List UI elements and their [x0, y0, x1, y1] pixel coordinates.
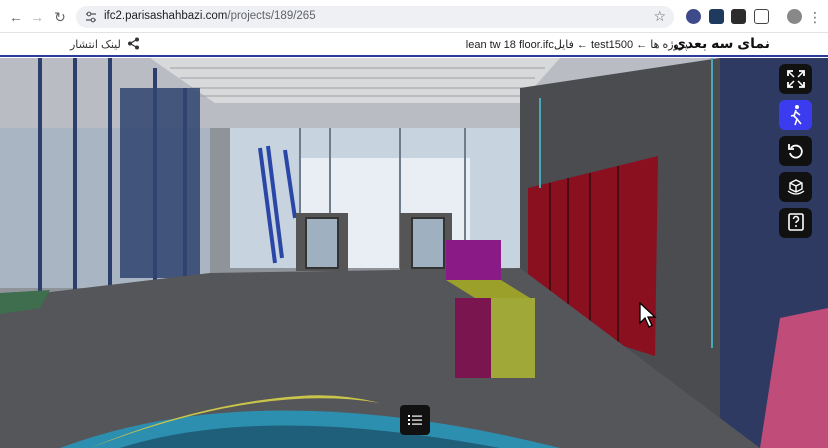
magenta-block [455, 298, 491, 378]
share-link-label: لینک انتشار [70, 39, 121, 51]
reset-view-button[interactable] [779, 136, 812, 166]
profile-avatar[interactable] [787, 9, 802, 24]
browser-chrome: ← → ↻ ifc2.parisashahbazi.com/projects/1… [0, 0, 828, 33]
extension-icon[interactable] [731, 9, 746, 24]
url-text: ifc2.parisashahbazi.com/projects/189/265 [104, 10, 316, 22]
site-info-icon[interactable] [84, 10, 98, 24]
mouse-cursor-icon [639, 302, 657, 328]
help-icon [787, 213, 804, 231]
bookmark-star-icon[interactable]: ☆ [653, 8, 666, 25]
3d-scene[interactable] [0, 58, 828, 448]
share-link-button[interactable]: لینک انتشار [70, 37, 140, 51]
extension-icon[interactable] [686, 9, 701, 24]
help-button[interactable] [779, 208, 812, 238]
more-menu-icon[interactable]: ⋮ [806, 8, 824, 26]
element-list-button[interactable] [400, 405, 430, 435]
app-header: لینک انتشار پروژه ها ← test1500 ← فایلle… [0, 33, 828, 57]
address-bar[interactable]: ifc2.parisashahbazi.com/projects/189/265… [76, 6, 674, 28]
arrow-left-icon[interactable]: ← [7, 8, 25, 26]
walk-mode-button[interactable] [779, 100, 812, 130]
cube-view-button[interactable] [779, 172, 812, 202]
arrow-right-icon[interactable]: → [28, 8, 46, 26]
fullscreen-icon [786, 70, 805, 88]
extension-icon[interactable] [709, 9, 724, 24]
breadcrumb[interactable]: پروژه ها ← test1500 ← فایلlean tw 18 flo… [466, 38, 688, 51]
3d-viewport[interactable] [0, 58, 828, 448]
reload-icon[interactable]: ↻ [51, 8, 69, 26]
walk-mode-icon [790, 105, 802, 126]
extensions-puzzle-icon[interactable] [754, 9, 769, 24]
list-icon [408, 415, 422, 425]
fullscreen-button[interactable] [779, 64, 812, 94]
share-icon [127, 37, 139, 50]
page-title: نمای سه بعدی [673, 35, 770, 51]
left-dark-panel [120, 88, 200, 278]
purple-block [446, 240, 501, 280]
right-door [411, 217, 445, 269]
cube-view-icon [787, 179, 804, 195]
reset-view-icon [787, 144, 803, 159]
left-door [305, 217, 339, 269]
